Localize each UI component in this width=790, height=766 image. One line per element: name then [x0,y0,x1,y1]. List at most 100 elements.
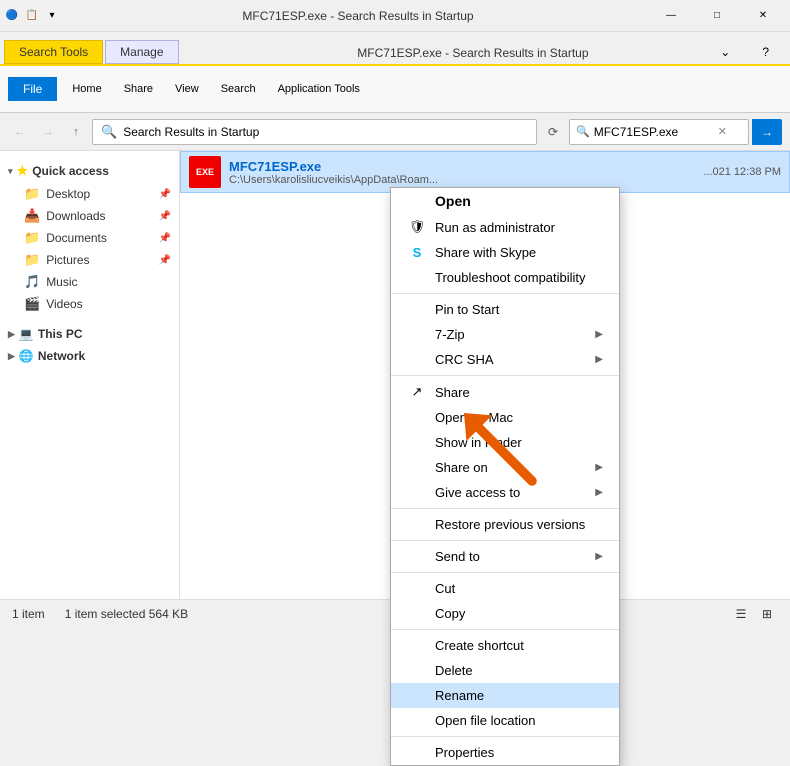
ctx-sep5 [391,572,619,573]
tab-home[interactable]: Home [63,78,110,100]
ctx-access-arrow: ▶ [595,487,603,498]
ctx-delete[interactable]: Delete [391,658,619,683]
ctx-share[interactable]: ↗ Share [391,379,619,405]
ctx-sep7 [391,736,619,737]
back-button[interactable]: ← [8,120,32,144]
ctx-7zip[interactable]: 7-Zip ▶ [391,322,619,347]
ctx-sep4 [391,540,619,541]
ctx-pin-start[interactable]: Pin to Start [391,297,619,322]
ribbon: Search Tools Manage MFC71ESP.exe - Searc… [0,32,790,113]
search-field[interactable]: 🔍 ✕ [569,119,749,145]
refresh-button[interactable]: ⟳ [541,120,565,144]
thispc-arrow: ▶ [8,329,15,340]
ctx-properties[interactable]: Properties [391,740,619,765]
sidebar-item-desktop[interactable]: 📁 Desktop 📌 [0,183,179,205]
ctx-pin-label: Pin to Start [435,302,499,317]
documents-icon: 📁 [24,230,40,246]
ribbon-content: File Home Share View Search Application … [0,64,790,112]
address-field[interactable]: 🔍 Search Results in Startup [92,119,537,145]
ctx-share-label: Share [435,385,470,400]
tab-share[interactable]: Share [115,78,162,100]
ctx-admin-icon: 🛡 [407,219,427,235]
documents-label: Documents [46,231,107,245]
title-bar: 🔵 📋 ▾ MFC71ESP.exe - Search Results in S… [0,0,790,32]
file-date: ...021 12:38 PM [703,166,781,178]
ctx-give-access[interactable]: Give access to ▶ [391,480,619,505]
view-details-button[interactable]: ☰ [730,603,752,625]
file-name: MFC71ESP.exe [229,159,438,174]
ribbon-title: MFC71ESP.exe - Search Results in Startup [357,46,588,60]
search-icon: 🔍 [576,125,590,138]
tab-help[interactable]: ? [747,40,784,64]
ctx-share-on[interactable]: Share on ▶ [391,455,619,480]
pictures-label: Pictures [46,253,89,267]
ctx-properties-label: Properties [435,745,494,760]
maximize-button[interactable]: □ [694,0,740,32]
search-input[interactable] [594,125,714,139]
ctx-troubleshoot[interactable]: Troubleshoot compatibility [391,265,619,290]
file-exe-icon: EXE [189,156,221,188]
ctx-open-file-location[interactable]: Open file location [391,708,619,733]
ctx-send-arrow: ▶ [595,551,603,562]
sidebar-quick-access[interactable]: ▾ ★ Quick access [0,159,179,183]
ctx-send-label: Send to [435,549,480,564]
desktop-label: Desktop [46,187,90,201]
ctx-open-mac[interactable]: Open on Mac [391,405,619,430]
forward-button[interactable]: → [36,120,60,144]
search-clear-icon[interactable]: ✕ [718,125,727,138]
up-button[interactable]: ↑ [64,120,88,144]
tab-application-tools[interactable]: Application Tools [269,78,369,100]
ctx-share-skype[interactable]: S Share with Skype [391,240,619,265]
minimize-button[interactable]: — [648,0,694,32]
tab-manage[interactable]: Manage [105,40,178,64]
sidebar-item-music[interactable]: 🎵 Music [0,271,179,293]
quick-access-arrow: ▾ [8,166,13,177]
ctx-open[interactable]: Open [391,188,619,214]
sidebar-item-pictures[interactable]: 📁 Pictures 📌 [0,249,179,271]
downloads-pin-icon: 📌 [159,211,171,222]
title-bar-chevron[interactable]: ▾ [44,8,60,24]
ctx-create-shortcut[interactable]: Create shortcut [391,633,619,658]
close-button[interactable]: ✕ [740,0,786,32]
tab-file[interactable]: File [8,77,57,101]
ctx-7zip-label: 7-Zip [435,327,465,342]
downloads-icon: 📥 [24,208,40,224]
sidebar-item-videos[interactable]: 🎬 Videos [0,293,179,315]
search-go-button[interactable]: → [752,119,782,145]
ctx-run-admin[interactable]: 🛡 Run as administrator [391,214,619,240]
tab-search-tools[interactable]: Search Tools [4,40,103,64]
ctx-crc-arrow: ▶ [595,354,603,365]
status-right: ☰ ⊞ [730,603,778,625]
sidebar-item-documents[interactable]: 📁 Documents 📌 [0,227,179,249]
sidebar-this-pc[interactable]: ▶ 💻 This PC [0,323,179,345]
ctx-rename-label: Rename [435,688,484,703]
downloads-label: Downloads [46,209,105,223]
sidebar: ▾ ★ Quick access 📁 Desktop 📌 📥 Downloads… [0,151,180,599]
quick-access-label: Quick access [32,164,109,178]
ctx-rename[interactable]: Rename [391,683,619,708]
ctx-send-to[interactable]: Send to ▶ [391,544,619,569]
ctx-crc-label: CRC SHA [435,352,494,367]
ctx-shortcut-label: Create shortcut [435,638,524,653]
ctx-show-finder[interactable]: Show in Finder [391,430,619,455]
tab-chevron[interactable]: ⌄ [705,40,745,64]
ctx-crc-sha[interactable]: CRC SHA ▶ [391,347,619,372]
tab-search[interactable]: Search [212,78,265,100]
sidebar-network[interactable]: ▶ 🌐 Network [0,345,179,367]
ctx-cut[interactable]: Cut [391,576,619,601]
ctx-share-on-arrow: ▶ [595,462,603,473]
ctx-cut-label: Cut [435,581,455,596]
desktop-icon: 📁 [24,186,40,202]
selected-count: 1 item selected 564 KB [65,607,188,621]
title-bar-icon1: 🔵 [4,8,20,24]
music-icon: 🎵 [24,274,40,290]
ctx-share-on-label: Share on [435,460,488,475]
ctx-restore-prev[interactable]: Restore previous versions [391,512,619,537]
ctx-restore-label: Restore previous versions [435,517,585,532]
videos-label: Videos [46,297,82,311]
content-area: EXE MFC71ESP.exe C:\Users\karolisliucvei… [180,151,790,599]
tab-view[interactable]: View [166,78,208,100]
view-tiles-button[interactable]: ⊞ [756,603,778,625]
ctx-copy[interactable]: Copy [391,601,619,626]
sidebar-item-downloads[interactable]: 📥 Downloads 📌 [0,205,179,227]
